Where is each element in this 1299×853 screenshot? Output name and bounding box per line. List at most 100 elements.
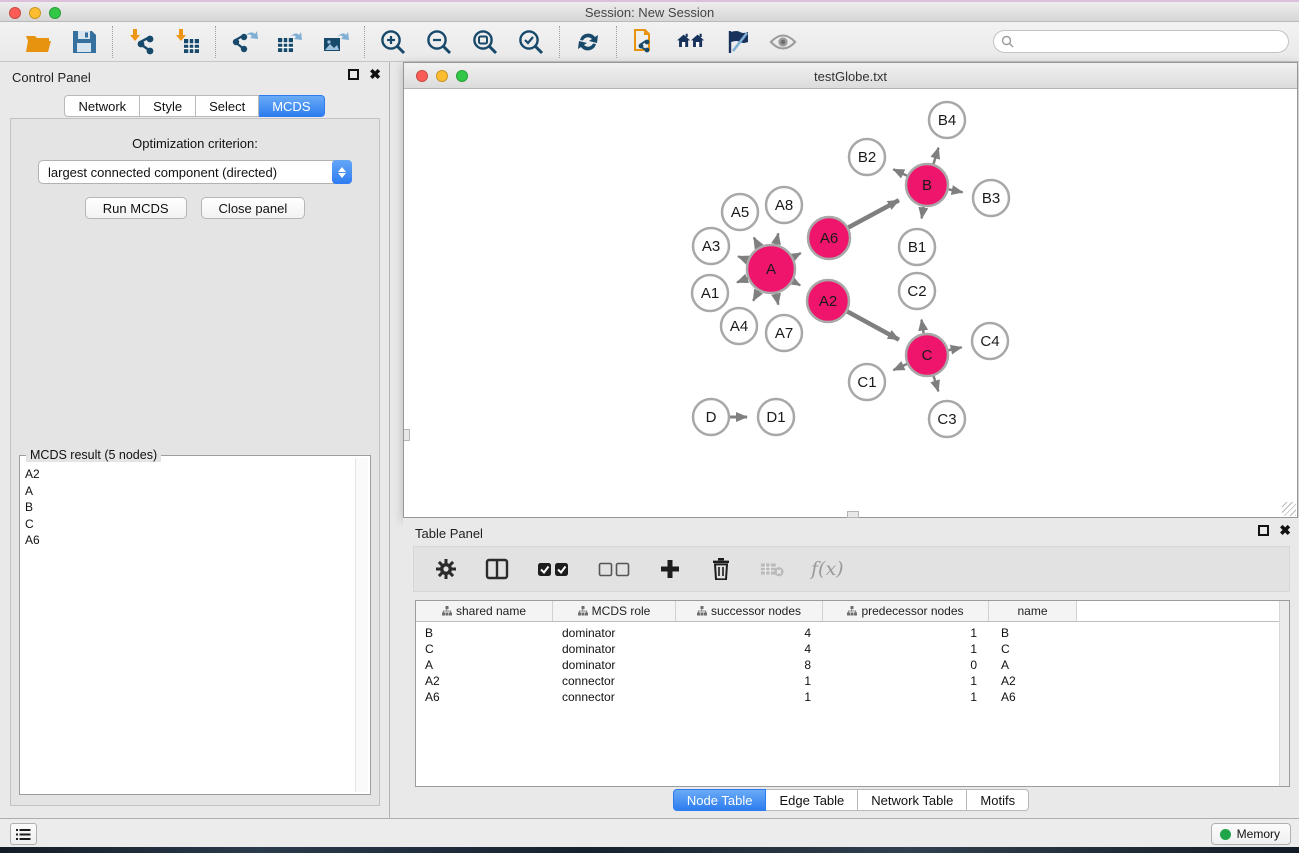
network-window-titlebar[interactable]: testGlobe.txt bbox=[404, 63, 1297, 89]
network-canvas[interactable]: B4B2BB3A5A8A6A3AB1A1A2C2A4A7C4CC1DD1C3 bbox=[404, 89, 1297, 517]
column-header-mcds-role[interactable]: MCDS role bbox=[553, 601, 676, 621]
refresh-icon[interactable] bbox=[574, 28, 602, 56]
table-row[interactable]: A6connector11A6 bbox=[416, 689, 1289, 705]
edge-A-A5[interactable] bbox=[754, 237, 759, 247]
edge-A-A1[interactable] bbox=[737, 278, 748, 282]
column-layout-icon[interactable] bbox=[485, 557, 509, 581]
table-cell[interactable]: A bbox=[416, 657, 553, 673]
graph-node-A[interactable]: A bbox=[747, 245, 795, 293]
delete-column-icon[interactable] bbox=[709, 557, 733, 581]
tab-network[interactable]: Network bbox=[64, 95, 140, 117]
mcds-result-item[interactable]: A6 bbox=[22, 532, 354, 549]
mcds-result-item[interactable]: A2 bbox=[22, 466, 354, 483]
settings-gear-icon[interactable] bbox=[434, 557, 458, 581]
annotation-visibility-icon[interactable] bbox=[723, 28, 751, 56]
memory-button[interactable]: Memory bbox=[1211, 823, 1291, 845]
table-cell[interactable]: A6 bbox=[989, 689, 1077, 705]
close-panel-icon[interactable]: ✖ bbox=[369, 69, 381, 80]
graph-node-A8[interactable]: A8 bbox=[766, 187, 802, 223]
tab-select[interactable]: Select bbox=[196, 95, 259, 117]
result-scrollbar[interactable] bbox=[355, 458, 368, 792]
graph-node-C2[interactable]: C2 bbox=[899, 273, 935, 309]
table-cell[interactable]: 1 bbox=[823, 673, 989, 689]
table-row[interactable]: A2connector11A2 bbox=[416, 673, 1289, 689]
zoom-out-icon[interactable] bbox=[425, 28, 453, 56]
table-cell[interactable]: dominator bbox=[553, 641, 676, 657]
table-row[interactable]: Bdominator41B bbox=[416, 625, 1289, 641]
edge-A2-C[interactable] bbox=[847, 312, 899, 340]
edge-A6-B[interactable] bbox=[848, 200, 899, 227]
splitter-handle[interactable] bbox=[404, 429, 410, 441]
edge-A-A4[interactable] bbox=[753, 291, 759, 301]
zoom-selected-icon[interactable] bbox=[517, 28, 545, 56]
table-cell[interactable]: A2 bbox=[989, 673, 1077, 689]
edge-C-C4[interactable] bbox=[948, 347, 961, 350]
column-header-predecessor-nodes[interactable]: predecessor nodes bbox=[823, 601, 989, 621]
close-table-panel-icon[interactable]: ✖ bbox=[1279, 525, 1291, 536]
graph-node-D[interactable]: D bbox=[693, 399, 729, 435]
task-history-button[interactable] bbox=[10, 823, 37, 845]
table-cell[interactable]: 4 bbox=[676, 625, 823, 641]
import-network-icon[interactable] bbox=[127, 28, 155, 56]
graph-node-A1[interactable]: A1 bbox=[692, 275, 728, 311]
column-header-shared-name[interactable]: shared name bbox=[416, 601, 553, 621]
resize-grip[interactable] bbox=[1282, 502, 1296, 516]
graph-node-B2[interactable]: B2 bbox=[849, 139, 885, 175]
table-cell[interactable]: dominator bbox=[553, 657, 676, 673]
edge-A-A8[interactable] bbox=[776, 233, 778, 244]
edge-A-A2[interactable] bbox=[793, 281, 800, 285]
table-cell[interactable]: A bbox=[989, 657, 1077, 673]
zoom-in-icon[interactable] bbox=[379, 28, 407, 56]
search-input[interactable] bbox=[1018, 35, 1288, 49]
graph-node-B4[interactable]: B4 bbox=[929, 102, 965, 138]
graph-node-A3[interactable]: A3 bbox=[693, 228, 729, 264]
edge-B-B1[interactable] bbox=[922, 207, 924, 219]
export-network-icon[interactable] bbox=[230, 28, 258, 56]
edge-B-B4[interactable] bbox=[933, 148, 938, 164]
table-cell[interactable]: A2 bbox=[416, 673, 553, 689]
table-cell[interactable]: C bbox=[416, 641, 553, 657]
tab-motifs[interactable]: Motifs bbox=[967, 789, 1029, 811]
table-cell[interactable]: B bbox=[989, 625, 1077, 641]
zoom-fit-icon[interactable] bbox=[471, 28, 499, 56]
edge-A-A6[interactable] bbox=[793, 253, 801, 257]
float-table-panel-icon[interactable] bbox=[1258, 525, 1269, 536]
table-cell[interactable]: connector bbox=[553, 673, 676, 689]
edge-C-C2[interactable] bbox=[921, 320, 923, 334]
graph-node-A5[interactable]: A5 bbox=[722, 194, 758, 230]
close-panel-button[interactable]: Close panel bbox=[201, 197, 306, 219]
graph-node-B3[interactable]: B3 bbox=[973, 180, 1009, 216]
table-row[interactable]: Cdominator41C bbox=[416, 641, 1289, 657]
graph-node-D1[interactable]: D1 bbox=[758, 399, 794, 435]
mcds-result-item[interactable]: B bbox=[22, 499, 354, 516]
splitter-handle[interactable] bbox=[847, 511, 859, 518]
column-header-successor-nodes[interactable]: successor nodes bbox=[676, 601, 823, 621]
duplicate-network-icon[interactable] bbox=[631, 28, 659, 56]
open-session-icon[interactable] bbox=[24, 28, 52, 56]
mcds-result-list[interactable]: A2ABCA6 bbox=[22, 458, 354, 792]
import-table-icon[interactable] bbox=[173, 28, 201, 56]
edge-A-A3[interactable] bbox=[738, 256, 748, 260]
edge-A-A7[interactable] bbox=[776, 293, 778, 304]
graph-node-C4[interactable]: C4 bbox=[972, 323, 1008, 359]
table-row[interactable]: Adominator80A bbox=[416, 657, 1289, 673]
float-panel-icon[interactable] bbox=[348, 69, 359, 80]
graph-node-B[interactable]: B bbox=[906, 164, 948, 206]
network-graph[interactable]: B4B2BB3A5A8A6A3AB1A1A2C2A4A7C4CC1DD1C3 bbox=[404, 89, 1297, 517]
deselect-all-checkboxes-icon[interactable] bbox=[597, 557, 631, 581]
table-scrollbar[interactable] bbox=[1279, 601, 1289, 786]
graph-node-C1[interactable]: C1 bbox=[849, 364, 885, 400]
graph-node-A2[interactable]: A2 bbox=[807, 280, 849, 322]
select-all-checkboxes-icon[interactable] bbox=[536, 557, 570, 581]
tab-edge-table[interactable]: Edge Table bbox=[766, 789, 858, 811]
graph-node-A4[interactable]: A4 bbox=[721, 308, 757, 344]
save-session-icon[interactable] bbox=[70, 28, 98, 56]
eye-icon[interactable] bbox=[769, 28, 797, 56]
edge-C-C1[interactable] bbox=[893, 364, 906, 370]
edge-B-B3[interactable] bbox=[949, 189, 963, 192]
table-cell[interactable]: 1 bbox=[676, 673, 823, 689]
table-cell[interactable]: 1 bbox=[823, 625, 989, 641]
export-image-icon[interactable] bbox=[322, 28, 350, 56]
tab-network-table[interactable]: Network Table bbox=[858, 789, 967, 811]
graph-node-A7[interactable]: A7 bbox=[766, 315, 802, 351]
